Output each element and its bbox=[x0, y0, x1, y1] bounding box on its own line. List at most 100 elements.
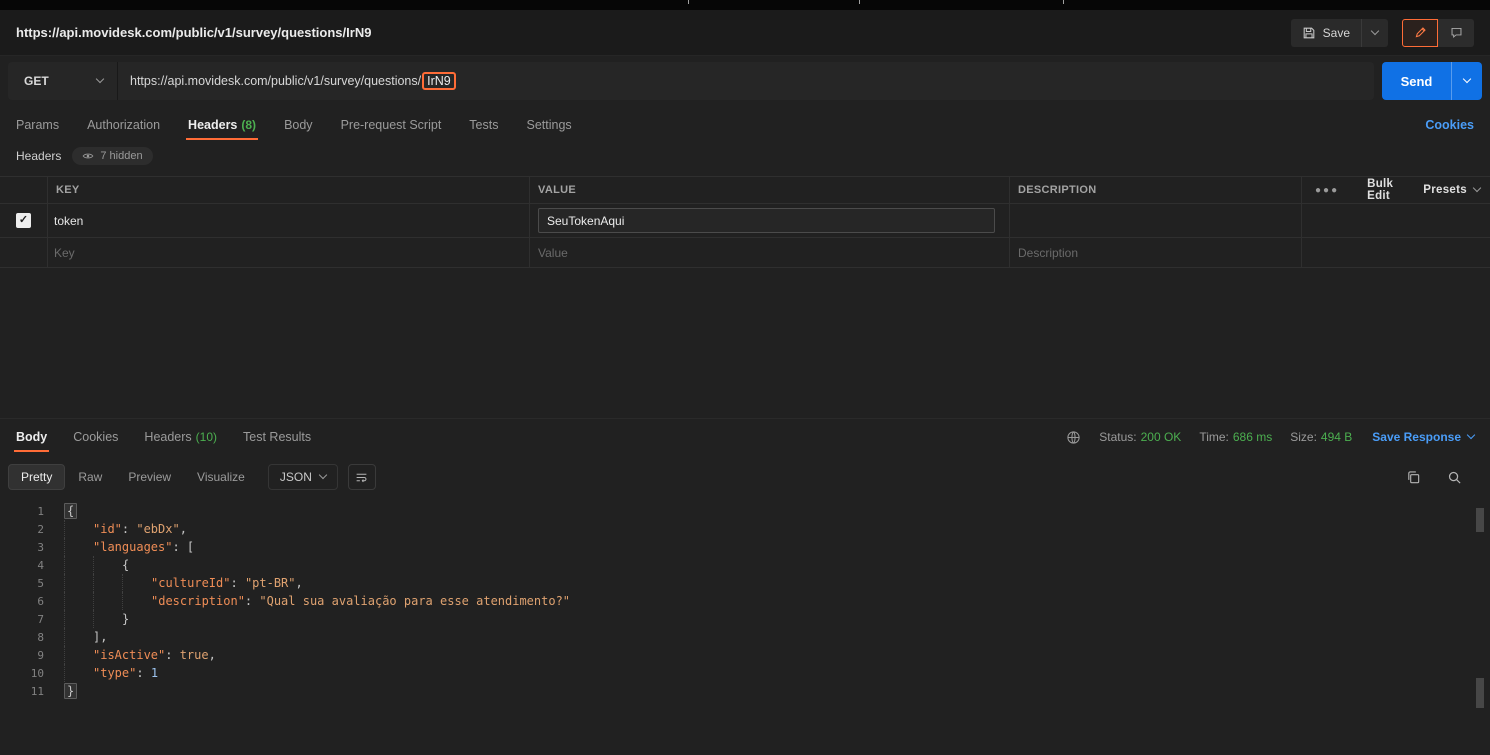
size-value: 494 B bbox=[1320, 430, 1353, 444]
new-description-input[interactable]: Description bbox=[1010, 238, 1302, 267]
request-title: https://api.movidesk.com/public/v1/surve… bbox=[16, 25, 372, 40]
code-token-num: 1 bbox=[150, 666, 159, 680]
url-input[interactable]: https://api.movidesk.com/public/v1/surve… bbox=[118, 62, 1374, 100]
scrollbar-thumb[interactable] bbox=[1476, 508, 1484, 532]
code-line: 3 "languages": [ bbox=[0, 538, 1490, 556]
code-token-punc: , bbox=[179, 522, 187, 536]
tab-label: Settings bbox=[526, 118, 572, 132]
presets-dropdown[interactable]: Presets bbox=[1408, 183, 1490, 196]
view-tab-raw[interactable]: Raw bbox=[65, 464, 115, 490]
table-controls: ●●● Bulk Edit Presets bbox=[1302, 177, 1490, 203]
tab-label: Authorization bbox=[87, 118, 161, 132]
bulk-edit-button[interactable]: Bulk Edit bbox=[1352, 178, 1408, 202]
send-options-chevron[interactable] bbox=[1452, 62, 1482, 100]
row-controls-cell bbox=[1302, 204, 1490, 237]
code-token-punc: : bbox=[244, 594, 260, 608]
chevron-down-icon bbox=[318, 470, 328, 480]
wrap-lines-button[interactable] bbox=[347, 464, 376, 490]
status-label: Status: bbox=[1099, 430, 1137, 444]
view-tab-preview[interactable]: Preview bbox=[115, 464, 184, 490]
tab-params[interactable]: Params bbox=[16, 110, 59, 140]
copy-icon[interactable] bbox=[1406, 470, 1421, 485]
code-token-str: "pt-BR" bbox=[244, 576, 296, 590]
header-value-cell: SeuTokenAqui bbox=[530, 204, 1010, 237]
chevron-down-icon bbox=[1472, 183, 1482, 193]
code-line: 1{ bbox=[0, 502, 1490, 520]
tab-pre-request-script[interactable]: Pre-request Script bbox=[341, 110, 442, 140]
send-button[interactable]: Send bbox=[1382, 62, 1452, 100]
header-description-cell[interactable] bbox=[1010, 204, 1302, 237]
size-group: Size: 494 B bbox=[1290, 430, 1352, 444]
save-response-dropdown[interactable]: Save Response bbox=[1372, 430, 1476, 444]
tab-tests[interactable]: Tests bbox=[469, 110, 498, 140]
response-tools bbox=[1406, 470, 1482, 485]
indent-guide bbox=[93, 610, 122, 628]
code-line-content: { bbox=[64, 502, 78, 520]
code-line-content: "isActive": true, bbox=[64, 646, 216, 664]
hidden-headers-label: 7 hidden bbox=[100, 150, 143, 162]
tab-body[interactable]: Body bbox=[284, 110, 313, 140]
response-tab-test-results[interactable]: Test Results bbox=[243, 422, 311, 452]
chevron-down-icon bbox=[95, 74, 105, 84]
tab-headers[interactable]: Headers (8) bbox=[186, 110, 259, 140]
format-label: JSON bbox=[279, 470, 312, 484]
header-key-cell[interactable]: token bbox=[48, 204, 530, 237]
code-line: 8], bbox=[0, 628, 1490, 646]
method-select[interactable]: GET bbox=[8, 62, 118, 100]
line-number: 9 bbox=[37, 648, 44, 662]
edit-comment-group bbox=[1402, 18, 1474, 47]
tab-authorization[interactable]: Authorization bbox=[87, 110, 160, 140]
new-value-input[interactable]: Value bbox=[530, 238, 1010, 267]
save-options-chevron[interactable] bbox=[1362, 19, 1388, 47]
row-checkbox[interactable]: ✓ bbox=[16, 213, 31, 228]
comments-button[interactable] bbox=[1438, 18, 1474, 47]
indent-guide bbox=[64, 592, 93, 610]
hidden-headers-toggle[interactable]: 7 hidden bbox=[72, 147, 153, 165]
code-line-content: } bbox=[64, 610, 129, 628]
time-label: Time: bbox=[1199, 430, 1229, 444]
code-line-content: { bbox=[64, 556, 129, 574]
code-token-key: "isActive" bbox=[93, 648, 166, 662]
code-token-punc: ], bbox=[93, 630, 108, 644]
line-number: 11 bbox=[30, 684, 44, 698]
code-line: 9 "isActive": true, bbox=[0, 646, 1490, 664]
code-token-key: "languages" bbox=[93, 540, 173, 554]
chevron-down-icon bbox=[1462, 74, 1472, 84]
save-icon bbox=[1302, 26, 1316, 40]
table-placeholder-row: Key Value Description bbox=[0, 238, 1490, 268]
url-group: GET https://api.movidesk.com/public/v1/s… bbox=[8, 62, 1374, 100]
save-button[interactable]: Save bbox=[1290, 18, 1388, 47]
pencil-icon bbox=[1415, 27, 1426, 38]
code-token-key: "id" bbox=[93, 522, 122, 536]
line-number: 7 bbox=[37, 612, 44, 626]
response-tab-cookies[interactable]: Cookies bbox=[73, 422, 118, 452]
response-code-area[interactable]: 1{2 "id": "ebDx", 3 "languages": [4{5 "cultu… bbox=[0, 502, 1490, 708]
network-icon[interactable] bbox=[1066, 430, 1081, 445]
format-select[interactable]: JSON bbox=[267, 464, 338, 490]
url-text: https://api.movidesk.com/public/v1/surve… bbox=[130, 74, 422, 88]
search-icon[interactable] bbox=[1447, 470, 1462, 485]
row-checkbox-cell: ✓ bbox=[0, 204, 48, 237]
tab-label: Headers bbox=[144, 430, 192, 444]
description-column-header: DESCRIPTION bbox=[1010, 177, 1302, 203]
edit-button[interactable] bbox=[1402, 18, 1438, 47]
header-value-input[interactable]: SeuTokenAqui bbox=[538, 208, 995, 233]
indent-guide bbox=[64, 664, 93, 682]
response-tab-body[interactable]: Body bbox=[13, 422, 50, 452]
response-tab-headers[interactable]: Headers (10) bbox=[144, 422, 217, 452]
tab-separator bbox=[688, 0, 689, 4]
row-checkbox-cell bbox=[0, 238, 48, 267]
tab-label: Cookies bbox=[73, 430, 119, 444]
tab-label: Pre-request Script bbox=[340, 118, 442, 132]
more-options-icon[interactable]: ●●● bbox=[1302, 185, 1352, 196]
view-tab-visualize[interactable]: Visualize bbox=[184, 464, 258, 490]
scrollbar-thumb[interactable] bbox=[1476, 678, 1484, 708]
time-group: Time: 686 ms bbox=[1199, 430, 1272, 444]
request-titlebar: https://api.movidesk.com/public/v1/surve… bbox=[0, 10, 1490, 56]
new-key-input[interactable]: Key bbox=[48, 238, 530, 267]
view-tab-pretty[interactable]: Pretty bbox=[8, 464, 66, 490]
value-column-header: VALUE bbox=[530, 177, 1010, 203]
code-line: 11} bbox=[0, 682, 1490, 700]
tab-settings[interactable]: Settings bbox=[526, 110, 571, 140]
cookies-link[interactable]: Cookies bbox=[1425, 118, 1474, 132]
